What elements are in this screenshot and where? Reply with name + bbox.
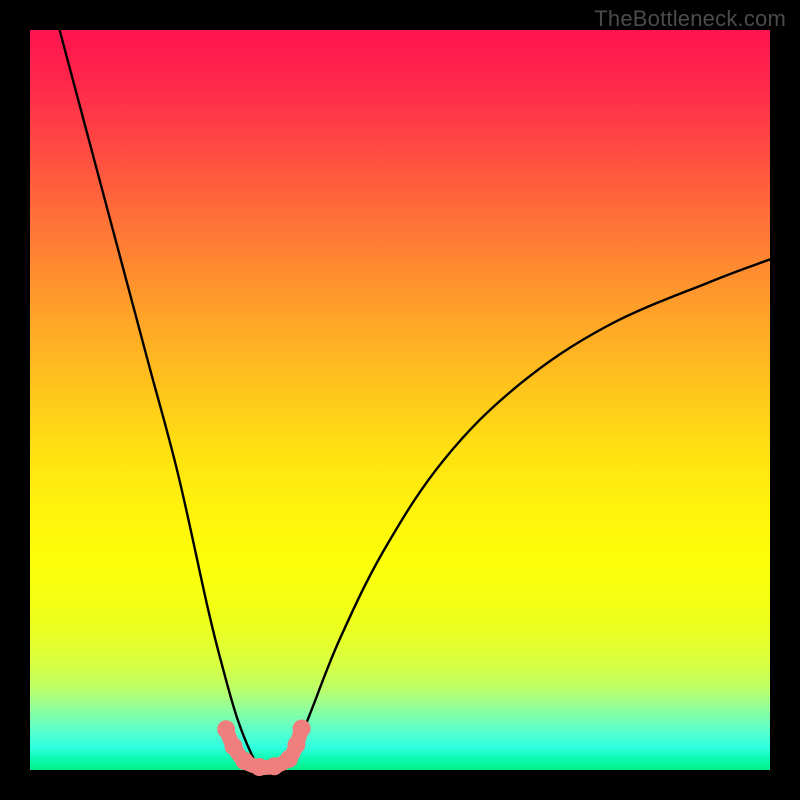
marker-dot: [287, 736, 305, 754]
marker-band: [217, 720, 310, 776]
chart-frame: TheBottleneck.com: [0, 0, 800, 800]
curve-svg: [30, 30, 770, 770]
plot-area: [30, 30, 770, 770]
marker-dot: [217, 720, 235, 738]
watermark-text: TheBottleneck.com: [594, 6, 786, 32]
bottleneck-curve-path: [60, 30, 770, 769]
bottleneck-curve: [60, 30, 770, 769]
marker-dot: [225, 737, 243, 755]
marker-dot: [293, 720, 311, 738]
